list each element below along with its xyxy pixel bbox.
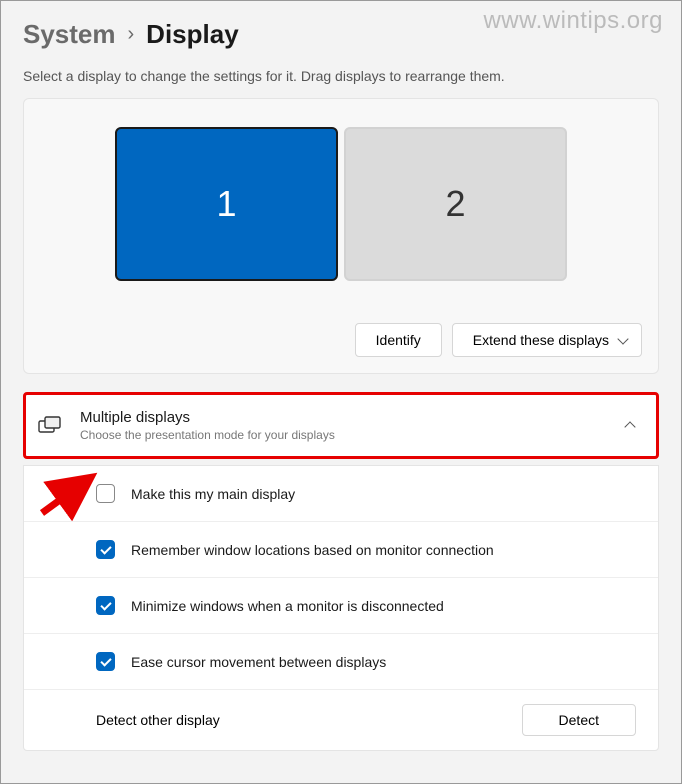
option-remember-locations: Remember window locations based on monit… <box>24 522 658 578</box>
checkbox-minimize-disconnect[interactable] <box>96 596 115 615</box>
monitor-1[interactable]: 1 <box>115 127 338 281</box>
display-arrangement-panel: 1 2 Identify Extend these displays <box>23 98 659 374</box>
section-subtitle: Choose the presentation mode for your di… <box>80 428 608 442</box>
identify-button[interactable]: Identify <box>355 323 442 357</box>
checkbox-remember-locations[interactable] <box>96 540 115 559</box>
monitors-row: 1 2 <box>40 127 642 281</box>
page-title: Display <box>146 19 239 50</box>
chevron-down-icon <box>617 333 628 344</box>
displays-icon <box>38 416 62 436</box>
watermark: www.wintips.org <box>483 7 663 35</box>
detect-row: Detect other display Detect <box>24 690 658 750</box>
option-ease-cursor: Ease cursor movement between displays <box>24 634 658 690</box>
option-label: Remember window locations based on monit… <box>131 542 494 558</box>
section-header-text: Multiple displays Choose the presentatio… <box>80 409 608 442</box>
extend-label: Extend these displays <box>473 332 609 348</box>
detect-label: Detect other display <box>96 712 220 728</box>
detect-button[interactable]: Detect <box>522 704 636 736</box>
option-label: Ease cursor movement between displays <box>131 654 386 670</box>
chevron-up-icon <box>624 421 635 432</box>
section-title: Multiple displays <box>80 409 608 426</box>
option-label: Make this my main display <box>131 486 295 502</box>
options-list: Make this my main display Remember windo… <box>23 465 659 751</box>
option-label: Minimize windows when a monitor is disco… <box>131 598 444 614</box>
checkbox-main-display[interactable] <box>96 484 115 503</box>
helper-text: Select a display to change the settings … <box>23 68 659 84</box>
checkbox-ease-cursor[interactable] <box>96 652 115 671</box>
extend-displays-dropdown[interactable]: Extend these displays <box>452 323 642 357</box>
monitor-2[interactable]: 2 <box>344 127 567 281</box>
multiple-displays-header[interactable]: Multiple displays Choose the presentatio… <box>23 392 659 459</box>
option-main-display: Make this my main display <box>24 466 658 522</box>
breadcrumb-parent[interactable]: System <box>23 19 116 50</box>
chevron-right-icon: › <box>128 23 135 46</box>
panel-buttons: Identify Extend these displays <box>40 323 642 357</box>
option-minimize-disconnect: Minimize windows when a monitor is disco… <box>24 578 658 634</box>
